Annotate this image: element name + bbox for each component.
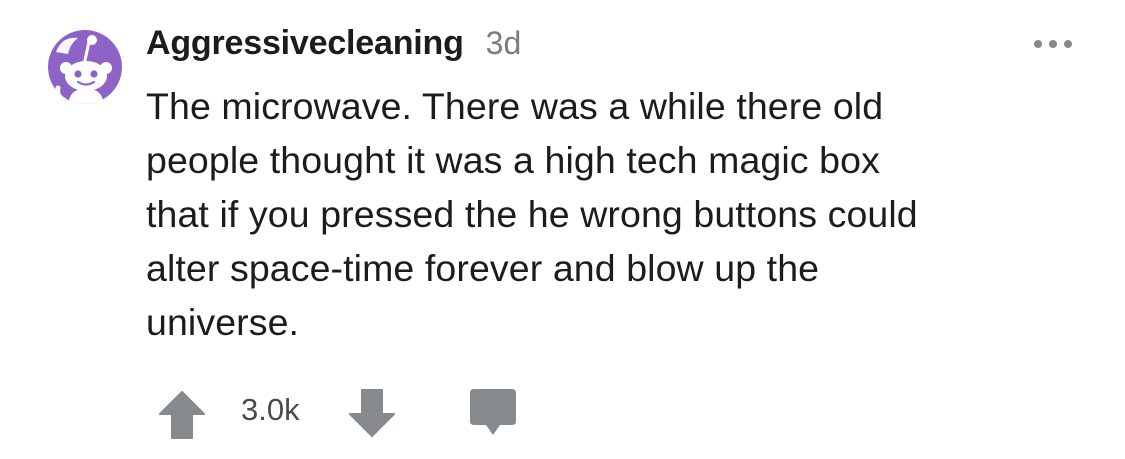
more-options-icon bbox=[1034, 40, 1072, 48]
downvote-arrow-icon bbox=[349, 389, 395, 437]
upvote-arrow-icon bbox=[159, 391, 205, 439]
comment-body-line: universe. bbox=[146, 301, 300, 343]
comment: Aggressivecleaning 3d The microwave. The… bbox=[0, 0, 1125, 459]
comment-body: The microwave. There was a while there o… bbox=[146, 79, 1096, 349]
comment-body-line: The microwave. There was a while there o… bbox=[146, 85, 884, 127]
avatar[interactable] bbox=[48, 30, 122, 104]
vote-score: 3.0k bbox=[241, 392, 300, 427]
comment-bubble-icon bbox=[470, 389, 516, 435]
comment-header: Aggressivecleaning 3d bbox=[146, 24, 521, 68]
comment-body-line: people thought it was a high tech magic … bbox=[146, 139, 880, 181]
timestamp: 3d bbox=[485, 25, 522, 61]
upvote-button[interactable] bbox=[158, 390, 206, 440]
comment-body-line: that if you pressed the he wrong buttons… bbox=[146, 193, 918, 235]
reply-button[interactable] bbox=[468, 387, 518, 439]
comment-body-line: alter space-time forever and blow up the bbox=[146, 247, 820, 289]
username[interactable]: Aggressivecleaning bbox=[146, 24, 464, 63]
more-options-button[interactable] bbox=[1032, 34, 1074, 54]
comment-actions: 3.0k bbox=[152, 382, 552, 444]
snoo-avatar-icon bbox=[48, 30, 122, 104]
downvote-button[interactable] bbox=[348, 388, 396, 438]
